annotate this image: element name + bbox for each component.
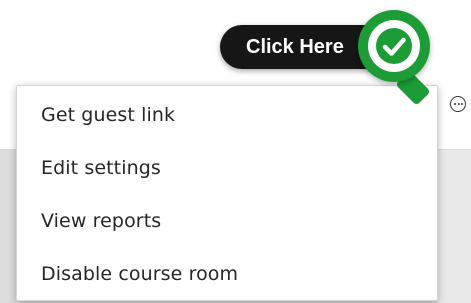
check-badge bbox=[358, 10, 430, 82]
click-here-label: Click Here bbox=[246, 35, 344, 58]
menu-item-disable-course-room[interactable]: Disable course room bbox=[41, 263, 238, 285]
menu-item-get-guest-link[interactable]: Get guest link bbox=[41, 104, 175, 126]
side-panel bbox=[437, 150, 471, 303]
check-icon bbox=[376, 28, 412, 64]
check-badge-inner bbox=[368, 20, 420, 72]
menu-item-view-reports[interactable]: View reports bbox=[41, 210, 161, 232]
course-room-options-menu: Get guest link Edit settings View report… bbox=[16, 85, 438, 301]
more-options-icon[interactable] bbox=[450, 96, 466, 112]
menu-item-edit-settings[interactable]: Edit settings bbox=[41, 157, 161, 179]
